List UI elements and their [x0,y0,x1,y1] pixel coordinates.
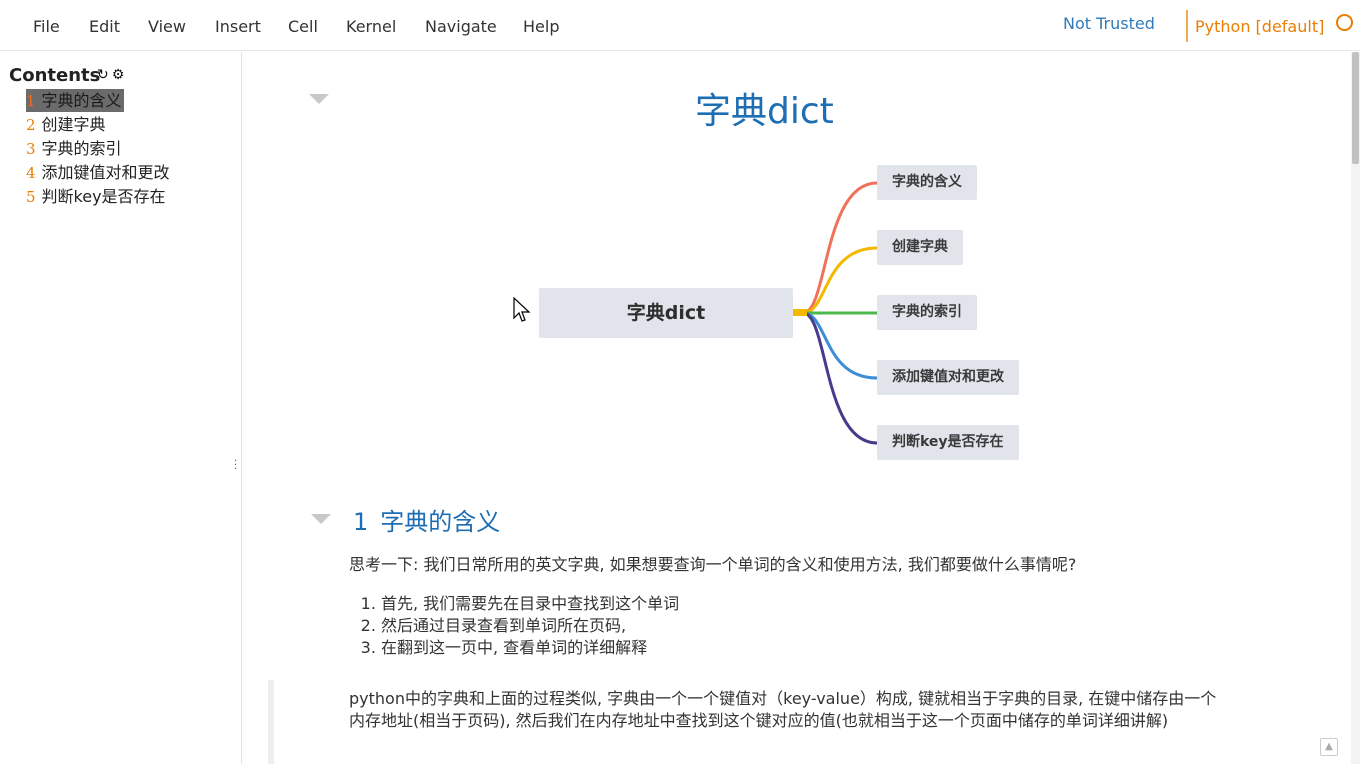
blockquote-bar [268,680,274,764]
menu-cell[interactable]: Cell [288,17,318,36]
menu-kernel[interactable]: Kernel [346,17,396,36]
section-intro: 思考一下: 我们日常所用的英文字典, 如果想要查询一个单词的含义和使用方法, 我… [349,555,1077,574]
toc-item-number: 1 [26,92,36,110]
blockquote-text: python中的字典和上面的过程类似, 字典由一个一个键值对（key-value… [349,689,1217,730]
toc-item-label: 判断key是否存在 [41,187,166,206]
mindmap-node: 判断key是否存在 [877,425,1019,460]
kernel-name: Python [default] [1195,17,1325,36]
mindmap-node: 字典的索引 [877,295,977,330]
toc-item-4[interactable]: 4 添加键值对和更改 [26,161,170,184]
toc-item-label: 字典的含义 [41,91,122,110]
section-heading: 1 字典的含义 [353,502,500,537]
toc-item-3[interactable]: 3 字典的索引 [26,137,122,160]
mindmap-root: 字典dict [539,288,793,338]
menu-navigate[interactable]: Navigate [425,17,497,36]
toc-item-1[interactable]: 1 字典的含义 [26,89,124,112]
steps-list: 首先, 我们需要先在目录中查找到这个单词 然后通过目录查看到单词所在页码, 在翻… [363,593,679,659]
list-item: 首先, 我们需要先在目录中查找到这个单词 [381,593,679,615]
sidebar-resize-handle[interactable]: ... [234,454,237,472]
toc-item-number: 5 [26,188,36,206]
menubar: File Edit View Insert Cell Kernel Naviga… [0,0,1360,51]
toc-sidebar: Contents ↻ ⚙ 1 字典的含义 2 创建字典 3 字典的索引 4 添加键值对和更… [0,52,242,764]
list-item: 在翻到这一页中, 查看单词的详细解释 [381,637,679,659]
toc-item-label: 创建字典 [41,115,106,134]
toc-item-5[interactable]: 5 判断key是否存在 [26,185,166,208]
mindmap-node: 创建字典 [877,230,963,265]
toc-item-number: 2 [26,116,36,134]
scrollbar-thumb[interactable] [1352,52,1359,164]
menu-file[interactable]: File [33,17,60,36]
toc-item-number: 4 [26,164,36,182]
mindmap-node: 字典的含义 [877,165,977,200]
menu-view[interactable]: View [148,17,186,36]
toc-tools: ↻ ⚙ [97,67,127,83]
list-item: 然后通过目录查看到单词所在页码, [381,615,679,637]
collapse-section-icon[interactable] [311,514,331,524]
kernel-divider [1186,10,1188,42]
mindmap-junction [793,309,807,316]
scroll-to-top-button[interactable]: ▲ [1320,738,1338,756]
mindmap-node: 添加键值对和更改 [877,360,1019,395]
gear-icon[interactable]: ⚙ [112,67,125,83]
toc-item-label: 字典的索引 [41,139,122,158]
vertical-scrollbar[interactable] [1351,52,1360,764]
toc-item-label: 添加键值对和更改 [41,163,170,182]
refresh-icon[interactable]: ↻ [97,67,109,83]
trust-indicator[interactable]: Not Trusted [1063,14,1155,33]
section-title: 字典的含义 [380,508,501,536]
toc-item-number: 3 [26,140,36,158]
notebook-area: 字典dict 字典dict 字典的含义 创建字典 字典的索引 添加键值对和更改 … [243,52,1351,764]
kernel-idle-icon [1336,14,1353,31]
mindmap-connectors [793,181,878,445]
menu-edit[interactable]: Edit [89,17,120,36]
menu-help[interactable]: Help [523,17,559,36]
toc-item-2[interactable]: 2 创建字典 [26,113,106,136]
section-number: 1 [353,508,369,536]
toc-header: Contents [9,65,101,86]
mouse-pointer-icon [513,297,531,322]
menu-insert[interactable]: Insert [215,17,261,36]
